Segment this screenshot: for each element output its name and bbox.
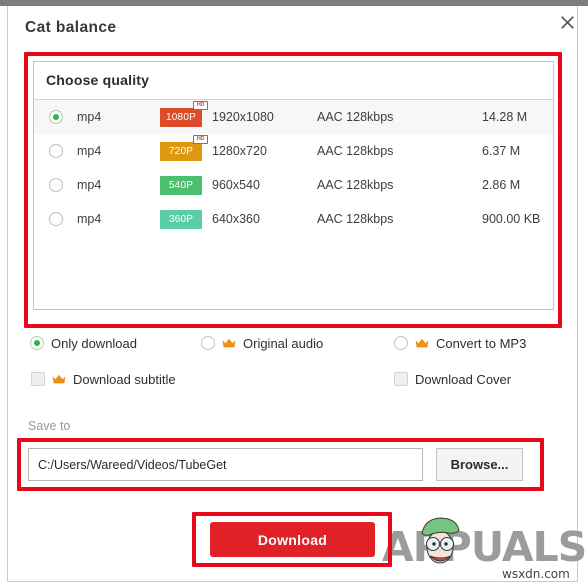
quality-audio: AAC 128kbps xyxy=(317,110,394,124)
choose-quality-label: Choose quality xyxy=(46,72,150,88)
quality-badge: 540P xyxy=(160,175,202,195)
radio-indicator[interactable] xyxy=(394,336,408,350)
quality-badge: 720P HD xyxy=(160,134,208,161)
quality-radio[interactable] xyxy=(49,110,63,124)
quality-size: 6.37 M xyxy=(482,144,521,158)
hd-icon: HD xyxy=(193,100,208,110)
crown-icon xyxy=(415,338,429,349)
quality-resolution: 1280x720 xyxy=(212,144,267,158)
quality-badge: 1080P HD xyxy=(160,100,208,127)
close-icon[interactable] xyxy=(553,8,581,36)
checkbox-label: Download Cover xyxy=(415,371,512,387)
quality-radio[interactable] xyxy=(49,178,63,192)
quality-badge-label: 720P xyxy=(160,141,202,161)
page-title: Cat balance xyxy=(25,19,117,36)
radio-original-audio[interactable]: Original audio xyxy=(201,334,323,352)
radio-convert-to-mp3[interactable]: Convert to MP3 xyxy=(394,334,526,352)
quality-format: mp4 xyxy=(77,144,102,158)
quality-size: 14.28 M xyxy=(482,110,528,124)
quality-badge: 360P xyxy=(160,209,202,229)
radio-label: Original audio xyxy=(243,335,324,351)
quality-format: mp4 xyxy=(77,110,102,124)
quality-list: mp4 1080P HD 1920x1080 AAC 128kbps 14.28… xyxy=(34,100,553,236)
crown-icon xyxy=(52,374,66,385)
table-row[interactable]: mp4 720P HD 1280x720 AAC 128kbps 6.37 M xyxy=(34,134,553,168)
quality-audio: AAC 128kbps xyxy=(317,144,394,158)
radio-indicator[interactable] xyxy=(30,336,44,350)
quality-audio: AAC 128kbps xyxy=(317,212,394,226)
checkbox-download-subtitle[interactable]: Download subtitle xyxy=(31,370,176,388)
checkbox-indicator[interactable] xyxy=(31,372,45,386)
dialog-title-bar: Cat balance xyxy=(7,6,578,51)
quality-size: 900.00 KB xyxy=(482,212,541,226)
quality-badge-label: 540P xyxy=(160,175,202,195)
quality-resolution: 1920x1080 xyxy=(212,110,274,124)
quality-audio: AAC 128kbps xyxy=(317,178,394,192)
quality-resolution: 640x360 xyxy=(212,212,260,226)
quality-resolution: 960x540 xyxy=(212,178,260,192)
application-window: Cat balance Choose quality mp4 1080P HD … xyxy=(0,0,588,588)
quality-radio[interactable] xyxy=(49,212,63,226)
checkbox-label: Download subtitle xyxy=(73,371,176,387)
radio-only-download[interactable]: Only download xyxy=(30,334,137,352)
download-button[interactable]: Download xyxy=(210,522,375,557)
checkbox-download-cover[interactable]: Download Cover xyxy=(394,370,511,388)
hd-icon: HD xyxy=(193,134,208,144)
table-row[interactable]: mp4 1080P HD 1920x1080 AAC 128kbps 14.28… xyxy=(34,100,553,134)
save-path-input[interactable] xyxy=(28,448,423,481)
quality-badge-label: 360P xyxy=(160,209,202,229)
checkbox-indicator[interactable] xyxy=(394,372,408,386)
table-row[interactable]: mp4 540P 960x540 AAC 128kbps 2.86 M xyxy=(34,168,553,202)
quality-size: 2.86 M xyxy=(482,178,521,192)
save-to-label: Save to xyxy=(28,419,71,433)
quality-radio[interactable] xyxy=(49,144,63,158)
radio-label: Only download xyxy=(51,335,137,351)
crown-icon xyxy=(222,338,236,349)
radio-indicator[interactable] xyxy=(201,336,215,350)
browse-button[interactable]: Browse... xyxy=(436,448,523,481)
radio-label: Convert to MP3 xyxy=(436,335,527,351)
quality-badge-label: 1080P xyxy=(160,107,202,127)
quality-panel: Choose quality mp4 1080P HD 1920x1080 AA… xyxy=(33,61,554,310)
table-row[interactable]: mp4 360P 640x360 AAC 128kbps 900.00 KB xyxy=(34,202,553,236)
quality-format: mp4 xyxy=(77,212,102,226)
quality-panel-header: Choose quality xyxy=(34,62,553,100)
quality-format: mp4 xyxy=(77,178,102,192)
